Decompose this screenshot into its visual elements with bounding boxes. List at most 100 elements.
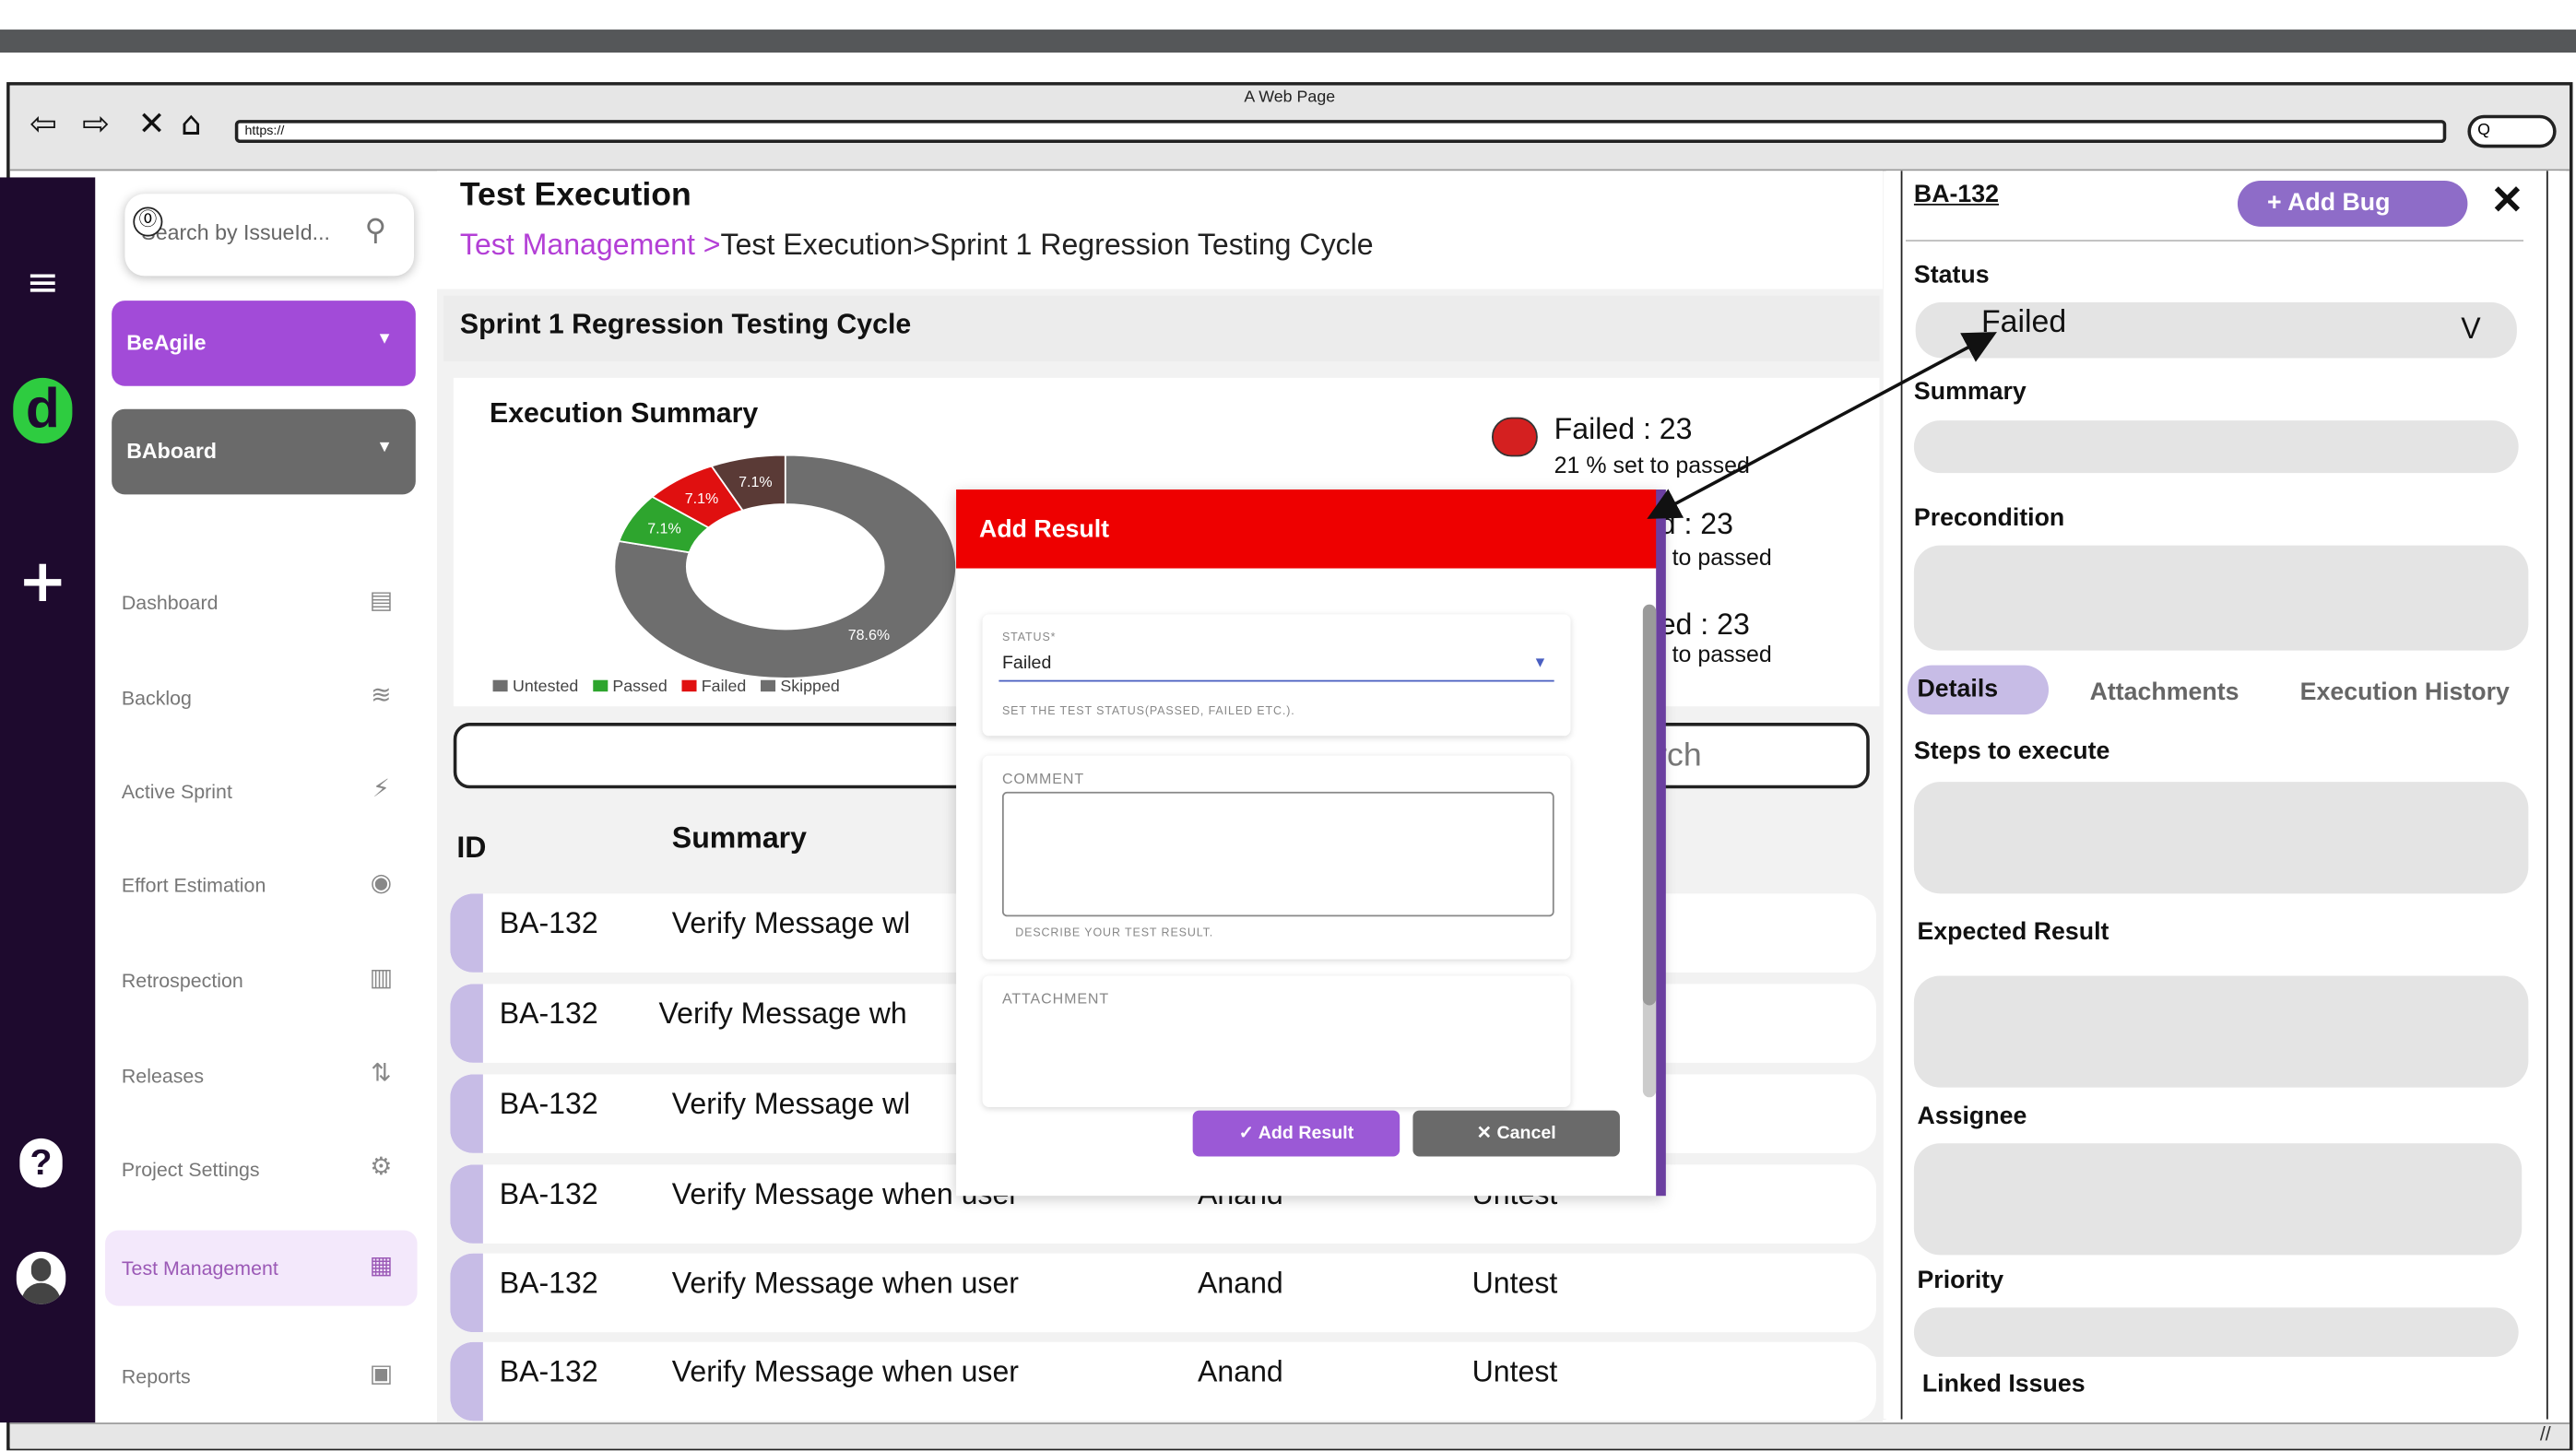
nav-item-label: Releases [121,1064,205,1088]
table-row[interactable]: BA-132 Verify Message when user Anand Un… [450,1253,1876,1333]
settings-icon: ⚙ [370,1151,393,1182]
row-id[interactable]: BA-132 [500,1355,598,1389]
menu-icon[interactable]: ≡ [0,260,86,306]
breadcrumb-current: Test Execution>Sprint 1 Regression Testi… [720,228,1374,262]
nav-item-label: Dashboard [121,591,219,615]
linked-issues-label: Linked Issues [1921,1370,2086,1398]
row-id[interactable]: BA-132 [500,907,598,941]
legend-skipped: Skipped [780,678,840,697]
expected-result-label: Expected Result [1917,918,2109,947]
nav-item-releases[interactable]: Releases ⇅ [105,1038,418,1114]
modal-edge [1656,490,1666,1197]
donut-slice-label: 7.1% [685,490,719,507]
board-dropdown-label: BAboard [126,438,218,464]
panel-scrollbar-right[interactable] [2546,171,2567,1420]
stat-count: d : 23 [1659,507,1733,541]
browser-status-bar [9,1422,2570,1449]
nav-item-backlog[interactable]: Backlog ≋ [105,660,418,736]
org-dropdown[interactable]: BeAgile ▼ [112,301,416,386]
add-bug-label: Add Bug [2287,188,2391,218]
tab-execution-history[interactable]: Execution History [2300,678,2510,706]
status-label: STATUS* [1001,632,1057,644]
search-icon[interactable]: ⚲ [365,214,386,248]
precondition-label: Precondition [1913,504,2065,533]
panel-scrollbar-left[interactable] [1883,171,1903,1420]
top-band [0,0,2576,30]
expected-result-field[interactable] [1913,975,2529,1088]
precondition-field[interactable] [1913,545,2529,651]
stat-failed-count: Failed : 23 [1554,412,1693,445]
nav-item-label: Active Sprint [121,780,232,804]
forward-icon[interactable]: ⇨ [82,105,110,141]
legend-swatch-passed [592,679,608,692]
help-icon[interactable]: ? [19,1138,63,1188]
back-icon[interactable]: ⇦ [30,105,57,141]
stat-failed-note: 21 % set to passed [1554,452,1750,478]
steps-field[interactable] [1913,782,2529,894]
close-icon: ✕ [1476,1123,1497,1144]
search-help-icon: ⓪ [133,206,163,237]
home-icon[interactable]: ⌂ [181,105,202,141]
donut-slice-label: 7.1% [647,521,681,537]
window-titlebar [0,29,2576,53]
stat-count: ed : 23 [1659,608,1750,641]
nav-item-label: Backlog [121,686,192,710]
url-field[interactable]: https:// [234,120,2447,144]
nav-item-reports[interactable]: Reports ▣ [105,1339,418,1414]
cancel-label: Cancel [1496,1123,1556,1144]
issue-id-link[interactable]: BA-132 [1914,181,1999,208]
plus-icon[interactable]: + [0,549,86,616]
row-id[interactable]: BA-132 [500,1267,598,1301]
tab-attachments[interactable]: Attachments [2090,678,2239,706]
close-panel-icon[interactable]: ✕ [2490,177,2523,225]
legend-failed: Failed [701,678,747,697]
execution-donut-chart: 78.6%7.1%7.1%7.1% [613,454,957,679]
cycle-title: Sprint 1 Regression Testing Cycle [459,308,912,340]
nav-item-effort-estimation[interactable]: Effort Estimation ◉ [105,847,418,923]
tab-details[interactable]: Details [1907,665,2050,715]
priority-field[interactable] [1913,1307,2519,1357]
status-label: Status [1913,261,1990,289]
nav-item-label: Effort Estimation [121,873,266,897]
table-row[interactable]: BA-132 Verify Message when user Anand Un… [450,1341,1876,1422]
summary-field[interactable] [1913,420,2519,474]
nav-item-dashboard[interactable]: Dashboard ▤ [105,565,418,641]
add-result-button[interactable]: ✓ Add Result [1192,1110,1400,1157]
avatar[interactable] [16,1251,66,1304]
comment-textarea[interactable] [1001,791,1554,917]
resize-grip-icon[interactable]: // [2540,1422,2551,1445]
assignee-field[interactable] [1913,1143,2523,1256]
failed-status-dot [1491,417,1538,457]
row-summary: Verify Message wh [658,997,907,1031]
row-summary: Verify Message when user [671,1355,1019,1388]
nav-item-test-management[interactable]: Test Management ▦ [105,1230,418,1306]
modal-scrollbar-thumb[interactable] [1642,604,1657,1006]
app-logo: d [13,377,73,444]
breadcrumb-link[interactable]: Test Management > [460,229,721,262]
board-dropdown[interactable]: BAboard ▼ [112,408,416,495]
assignee-label: Assignee [1917,1102,2027,1130]
row-summary: Verify Message wl [671,1087,911,1121]
row-id[interactable]: BA-132 [500,997,598,1032]
legend-swatch-skipped [760,679,776,692]
chart-legend: Untested Passed Failed Skipped [492,678,840,697]
nav-item-active-sprint[interactable]: Active Sprint ⚡ [105,754,418,830]
donut-slice-label: 7.1% [739,474,773,490]
cancel-button[interactable]: ✕ Cancel [1412,1110,1620,1157]
close-icon[interactable]: ✕ [138,105,166,141]
nav-item-retrospection[interactable]: Retrospection ▥ [105,943,418,1019]
legend-untested: Untested [512,678,579,697]
status-select-value: Failed [1980,305,2067,340]
row-accent [450,893,483,973]
column-header-id: ID [456,831,487,865]
status-select[interactable]: Failed [1002,654,1051,673]
browser-search-field[interactable]: Q [2467,114,2557,148]
chevron-down-icon[interactable]: V [2461,313,2480,347]
nav-item-project-settings[interactable]: Project Settings ⚙ [105,1132,418,1208]
caret-down-icon[interactable]: ▼ [1533,654,1548,670]
add-bug-button[interactable]: + Add Bug [2237,181,2468,227]
nav-item-label: Test Management [121,1256,278,1280]
row-id[interactable]: BA-132 [500,1088,598,1122]
row-id[interactable]: BA-132 [500,1178,598,1212]
nav-item-label: Reports [121,1364,191,1388]
